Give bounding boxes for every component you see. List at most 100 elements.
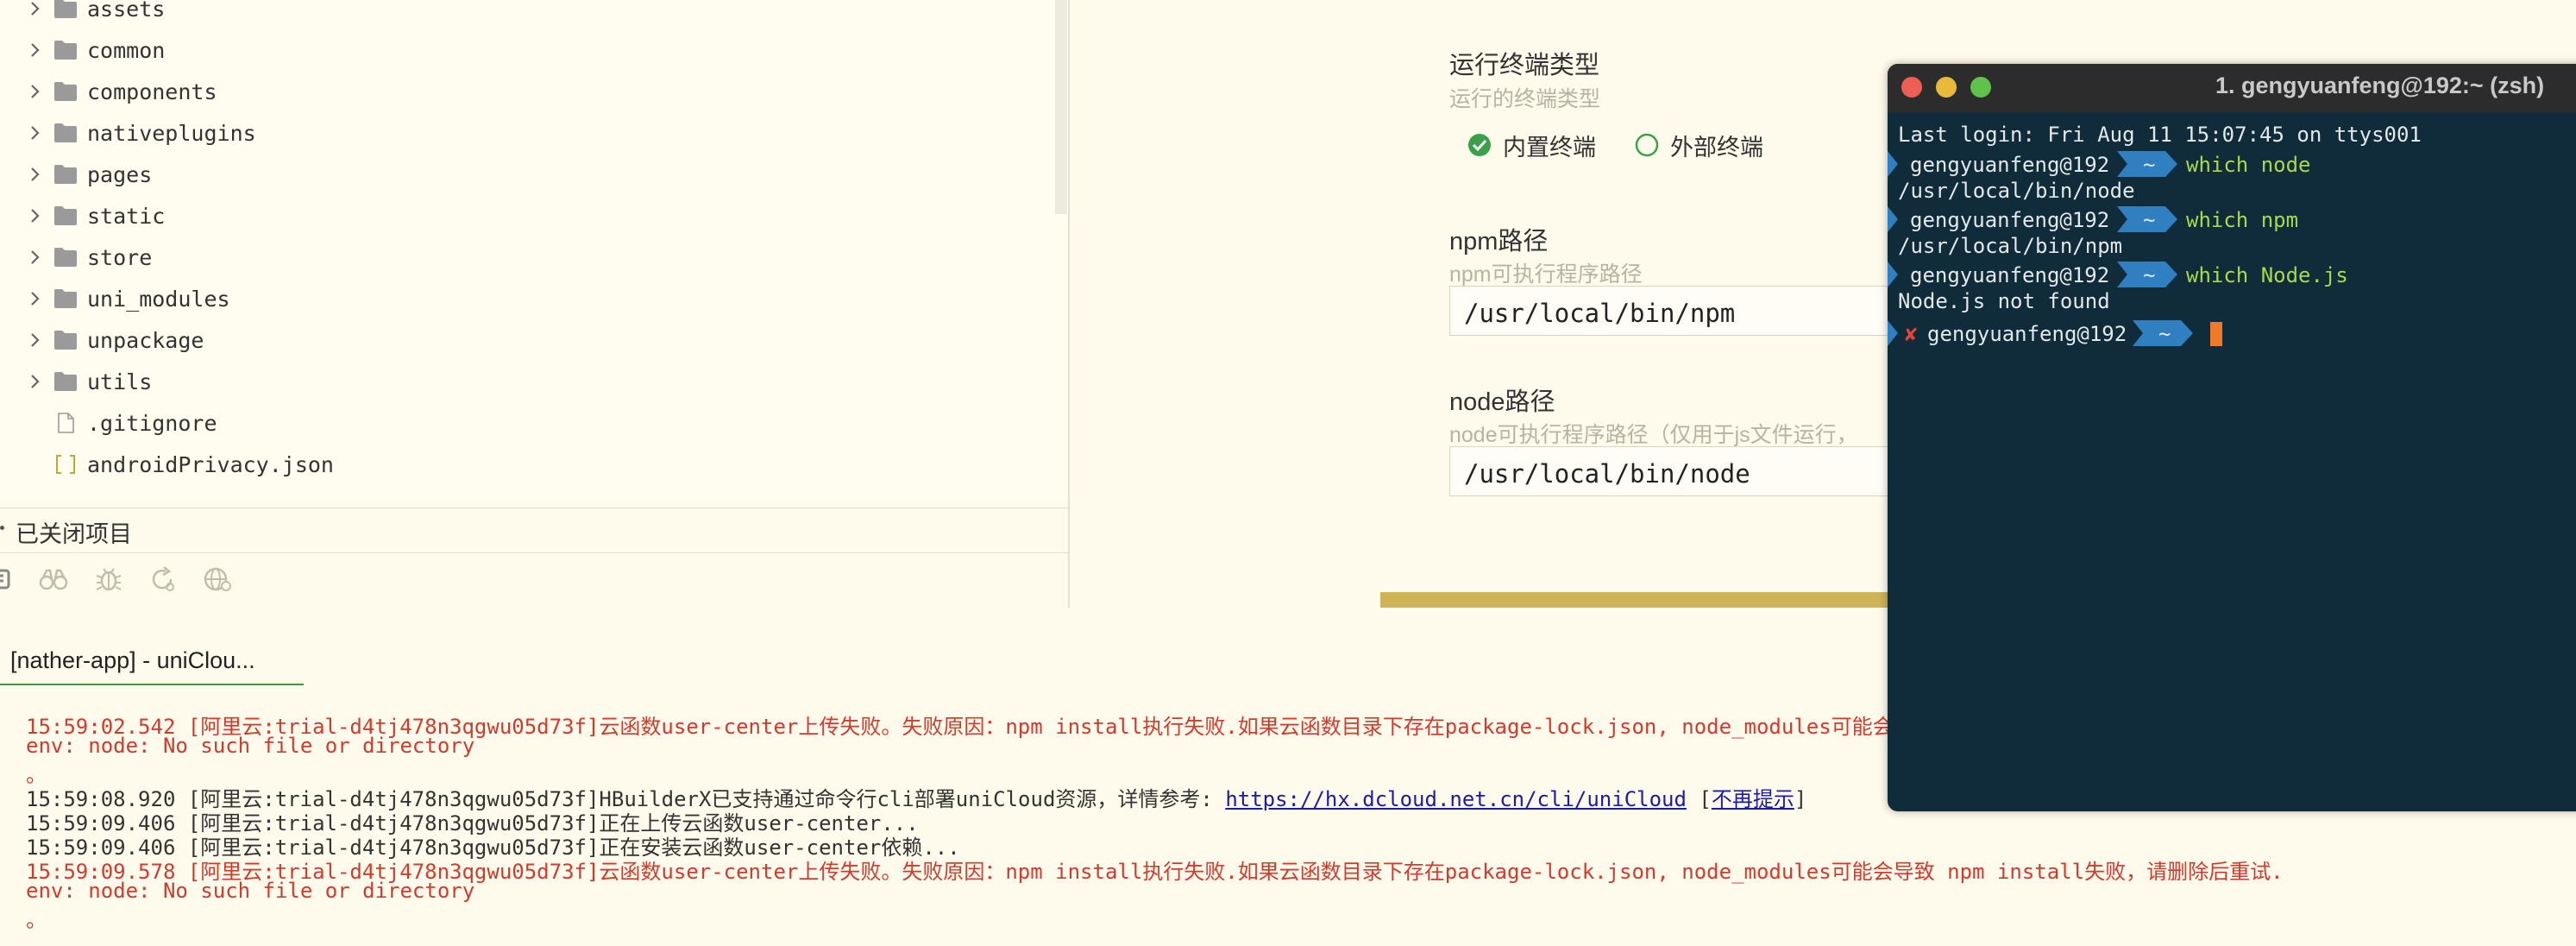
radio-builtin-terminal[interactable]: 内置终端 (1467, 128, 1596, 162)
tree-item-static[interactable]: static (0, 195, 1035, 236)
last-login-line: Last login: Fri Aug 11 15:07:45 on ttys0… (1898, 123, 2422, 147)
prompt-marker-icon (1888, 206, 1900, 232)
console-line: 。 (26, 908, 47, 932)
prompt-host: gengyuanfeng@192 (1910, 153, 2110, 177)
npm-path-desc: npm可执行程序路径 (1449, 262, 1643, 287)
dont-show-again-link[interactable]: 不再提示 (1712, 787, 1794, 811)
minimize-button[interactable] (1936, 77, 1957, 98)
tree-item-label: static (87, 203, 166, 229)
terminal-output: /usr/local/bin/node (1898, 179, 2135, 203)
prompt-host: gengyuanfeng@192 (1910, 208, 2110, 232)
tree-item-label: pages (87, 161, 153, 187)
bracket-close: ] (1794, 787, 1807, 811)
error-mark-icon: ✘ (1905, 322, 1918, 346)
globe-icon[interactable] (202, 564, 233, 595)
terminal-titlebar[interactable]: 1. gengyuanfeng@192:~ (zsh) (1888, 64, 2576, 112)
folder-icon (53, 371, 78, 392)
chevron-right-icon[interactable] (24, 329, 47, 351)
collapse-dot-icon (0, 526, 4, 530)
binoculars-icon[interactable] (38, 564, 69, 595)
console-line: env: node: No such file or directory (26, 734, 475, 758)
tree-item-uni-modules[interactable]: uni_modules (0, 278, 1035, 319)
tree-item-label: store (87, 244, 153, 270)
close-button[interactable] (1901, 77, 1922, 98)
console-tab[interactable]: [nather-app] - uniClou... (0, 639, 304, 685)
prompt-host: gengyuanfeng@192 (1910, 263, 2110, 287)
terminal-window[interactable]: 1. gengyuanfeng@192:~ (zsh) Last login: … (1888, 64, 2576, 811)
tree-item-label: nativeplugins (87, 120, 256, 146)
terminal-cursor (2210, 322, 2222, 346)
prompt-marker-icon (1888, 262, 1900, 287)
node-path-desc: node可执行程序路径（仅用于js文件运行， (1449, 423, 1858, 447)
tree-item-nativeplugins[interactable]: nativeplugins (0, 112, 1035, 154)
chevron-right-icon[interactable] (24, 0, 47, 20)
folder-icon (53, 81, 78, 102)
list-icon[interactable] (0, 564, 16, 595)
folder-icon (53, 0, 78, 19)
tree-item-gitignore[interactable]: .gitignore (0, 402, 1035, 444)
tree-item-label: uni_modules (87, 286, 230, 312)
prompt-marker-icon (1888, 320, 1900, 346)
folder-icon (53, 288, 78, 309)
prompt-dir: ~ (2143, 208, 2156, 232)
bug-icon[interactable] (93, 564, 124, 595)
tree-item-androidprivacy-json[interactable]: androidPrivacy.json (0, 444, 1035, 485)
folder-icon (53, 205, 78, 226)
explorer-toolbar (0, 552, 1068, 607)
tree-item-label: unpackage (87, 327, 204, 353)
radio-builtin-label: 内置终端 (1503, 134, 1596, 161)
console-tab-label: [nather-app] - uniClou... (10, 647, 255, 673)
terminal-output: /usr/local/bin/npm (1898, 234, 2123, 258)
refresh-icon[interactable] (147, 564, 178, 595)
tree-item-label: .gitignore (87, 410, 217, 436)
folder-icon (53, 40, 78, 60)
radio-unchecked-icon (1635, 133, 1659, 157)
json-file-icon (53, 454, 78, 475)
chevron-right-icon[interactable] (24, 122, 47, 144)
prompt-dir: ~ (2143, 153, 2156, 177)
prompt-dir: ~ (2158, 322, 2171, 346)
file-icon (53, 413, 78, 433)
folder-icon (53, 247, 78, 268)
chevron-right-icon[interactable] (24, 205, 47, 227)
tree-scrollbar[interactable] (1055, 0, 1067, 214)
prompt-marker-icon (1888, 151, 1900, 177)
panel-divider[interactable] (1068, 0, 1070, 608)
tree-item-label: utils (87, 369, 153, 394)
folder-icon (53, 123, 78, 143)
terminal-type-desc: 运行的终端类型 (1449, 87, 1601, 111)
folder-icon (53, 330, 78, 350)
terminal-type-title: 运行终端类型 (1449, 52, 1600, 79)
closed-projects-header[interactable]: 已关闭项目 (0, 508, 1068, 552)
terminal-command: which npm (2186, 208, 2299, 232)
npm-path-title: npm路径 (1449, 228, 1549, 255)
tree-item-store[interactable]: store (0, 236, 1035, 278)
folder-icon (53, 164, 78, 185)
tree-item-pages[interactable]: pages (0, 154, 1035, 195)
chevron-right-icon[interactable] (24, 287, 47, 310)
radio-external-terminal[interactable]: 外部终端 (1634, 128, 1763, 162)
chevron-right-icon[interactable] (24, 80, 47, 103)
bracket-open: [ (1686, 787, 1712, 811)
chevron-right-icon[interactable] (24, 39, 47, 61)
closed-projects-label: 已关闭项目 (16, 521, 132, 547)
chevron-right-icon[interactable] (24, 370, 47, 393)
tree-item-label: assets (87, 0, 166, 22)
cli-docs-link[interactable]: https://hx.dcloud.net.cn/cli/uniCloud (1225, 787, 1687, 811)
project-explorer: assets common components nativeplugins pages… (0, 0, 1068, 501)
terminal-command: which Node.js (2186, 263, 2348, 287)
zoom-button[interactable] (1970, 77, 1991, 98)
tree-item-assets[interactable]: assets (0, 0, 1035, 29)
terminal-command: which node (2186, 153, 2311, 177)
tree-item-common[interactable]: common (0, 29, 1035, 71)
node-path-title: node路径 (1449, 388, 1555, 416)
tree-item-components[interactable]: components (0, 71, 1035, 112)
tree-item-label: common (87, 37, 166, 63)
radio-external-label: 外部终端 (1670, 134, 1763, 161)
chevron-right-icon[interactable] (24, 246, 47, 268)
tree-item-utils[interactable]: utils (0, 361, 1035, 402)
tree-item-unpackage[interactable]: unpackage (0, 319, 1035, 361)
chevron-right-icon[interactable] (24, 163, 47, 186)
prompt-dir: ~ (2143, 263, 2156, 287)
terminal-title: 1. gengyuanfeng@192:~ (zsh) (2215, 73, 2545, 98)
